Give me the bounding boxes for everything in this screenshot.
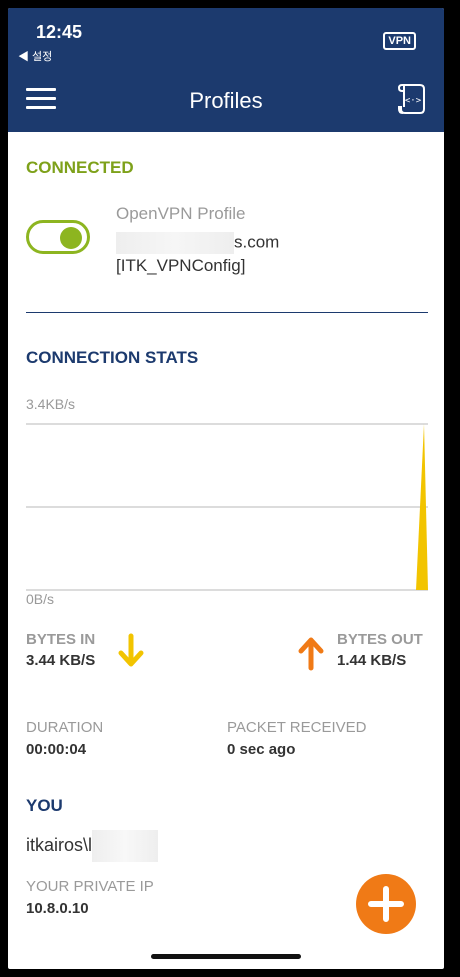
arrow-down-icon [118, 633, 144, 667]
server-suffix: s.com [234, 232, 280, 252]
app-screen: 12:45 ◀ 설정 VPN Profiles <·> CONNECTED Op… [8, 8, 444, 969]
private-ip-value: 10.8.0.10 [26, 900, 89, 917]
bytes-in-value: 3.44 KB/S [26, 652, 96, 669]
duration-value: 00:00:04 [26, 741, 87, 758]
status-time: 12:45 [36, 22, 83, 42]
arrow-up-icon [298, 637, 324, 671]
back-to-settings-link[interactable]: ◀ 설정 [18, 48, 52, 64]
connection-stats-heading: CONNECTION STATS [26, 348, 199, 367]
redacted-username [92, 830, 159, 862]
private-ip-label: YOUR PRIVATE IP [26, 878, 154, 895]
svg-text:<·>: <·> [405, 96, 422, 106]
you-heading: YOU [26, 796, 63, 815]
section-divider [26, 312, 428, 313]
log-file-icon[interactable]: <·> [396, 82, 428, 116]
add-profile-button[interactable] [356, 874, 416, 934]
profile-name: OpenVPN Profile [116, 204, 246, 223]
username: itkairos\l [26, 830, 159, 862]
page-title: Profiles [189, 88, 263, 113]
packet-received-label: PACKET RECEIVED [227, 719, 367, 736]
profile-server: s.com [116, 232, 279, 254]
bytes-out-value: 1.44 KB/S [337, 652, 407, 669]
redacted-server [116, 232, 234, 254]
connected-heading: CONNECTED [26, 158, 134, 177]
connection-toggle[interactable] [26, 220, 90, 254]
plus-icon [368, 886, 404, 922]
toggle-knob [60, 227, 82, 249]
profile-config: [ITK_VPNConfig] [116, 256, 246, 275]
bytes-in-label: BYTES IN [26, 631, 96, 648]
bytes-out-label: BYTES OUT [337, 631, 423, 648]
username-prefix: itkairos\l [26, 834, 93, 855]
header-bar: 12:45 ◀ 설정 VPN Profiles <·> [8, 8, 444, 132]
packet-received-value: 0 sec ago [227, 741, 296, 758]
traffic-chart [26, 423, 428, 591]
chart-min-label: 0B/s [26, 591, 55, 607]
home-indicator[interactable] [151, 954, 301, 959]
duration-label: DURATION [26, 719, 104, 736]
vpn-status-badge: VPN [383, 32, 416, 50]
